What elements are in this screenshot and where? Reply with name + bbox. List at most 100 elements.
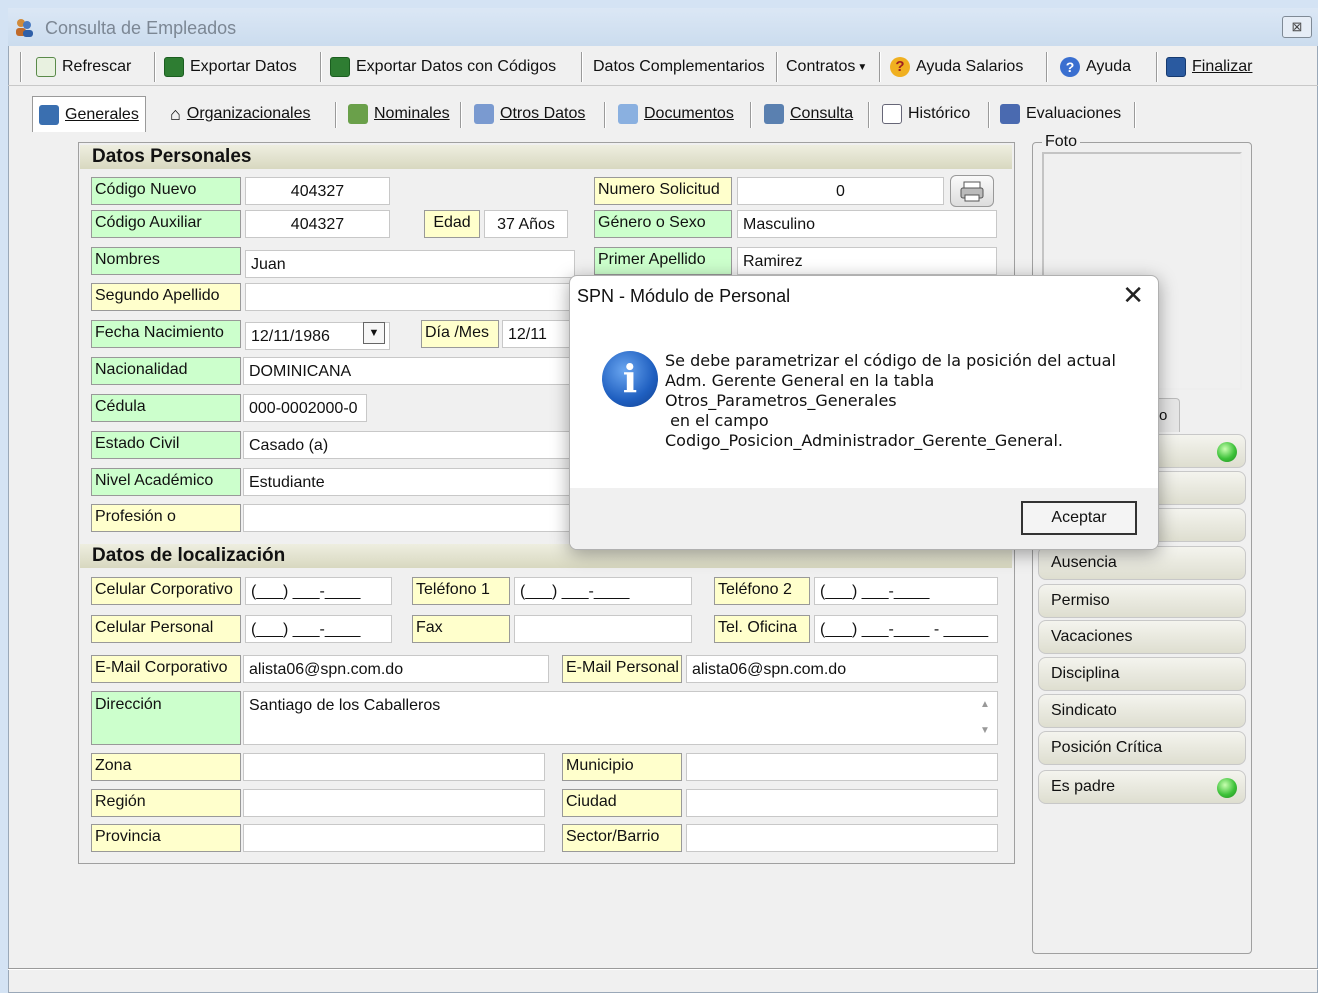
provincia-field[interactable] <box>243 824 545 852</box>
chart-icon <box>1000 104 1020 124</box>
primer-apellido-field[interactable]: Ramirez <box>737 247 997 275</box>
salary-help-button[interactable]: ? Ayuda Salarios <box>890 53 1023 81</box>
telefono-1-field[interactable]: (___) ___-____ <box>514 577 692 605</box>
side-button-es-padre[interactable]: Es padre <box>1038 770 1246 804</box>
side-button-label: Permiso <box>1051 592 1110 609</box>
zona-field[interactable] <box>243 753 545 781</box>
side-button-posicion-critica[interactable]: Posición Crítica <box>1038 731 1246 765</box>
scroll-down-icon[interactable]: ▼ <box>978 724 992 738</box>
export-codes-button[interactable]: Exportar Datos con Códigos <box>330 53 556 81</box>
ciudad-field[interactable] <box>686 789 998 817</box>
tab-label: Consulta <box>790 105 854 122</box>
nombres-field[interactable]: Juan <box>245 250 575 278</box>
search-document-icon <box>764 104 784 124</box>
exit-door-icon <box>1166 57 1186 77</box>
dia-mes-field[interactable]: 12/11 <box>502 320 572 348</box>
toolbar-separator <box>154 52 156 82</box>
toolbar: Refrescar Exportar Datos Exportar Datos … <box>8 48 1318 86</box>
side-button-label: Ausencia <box>1051 554 1117 571</box>
label-estado-civil: Estado Civil <box>91 431 241 459</box>
tab-consulta[interactable]: Consulta <box>764 100 853 128</box>
tab-separator <box>460 102 462 128</box>
genero-field[interactable]: Masculino <box>737 210 997 238</box>
salary-help-label: Ayuda Salarios <box>916 58 1024 75</box>
accept-button[interactable]: Aceptar <box>1021 501 1137 535</box>
photo-label: Foto <box>1042 133 1081 151</box>
help-button[interactable]: ? Ayuda <box>1060 53 1131 81</box>
date-dropdown-button[interactable]: ▼ <box>363 322 385 344</box>
tab-otros-datos[interactable]: Otros Datos <box>474 100 585 128</box>
label-codigo-auxiliar: Código Auxiliar <box>91 210 241 238</box>
segundo-apellido-field[interactable] <box>245 283 575 311</box>
tab-evaluaciones[interactable]: Evaluaciones <box>1000 100 1121 128</box>
finish-button[interactable]: Finalizar <box>1166 53 1252 81</box>
window-close-button[interactable]: ⊠ <box>1282 16 1312 38</box>
codigo-nuevo-field[interactable]: 404327 <box>245 177 390 205</box>
label-email-corporativo: E-Mail Corporativo <box>91 655 241 683</box>
dialog-close-button[interactable]: ✕ <box>1122 282 1144 308</box>
side-button-vacaciones[interactable]: Vacaciones <box>1038 620 1246 654</box>
tab-generales[interactable]: Generales <box>32 96 146 132</box>
scroll-up-icon[interactable]: ▲ <box>978 698 992 712</box>
side-button-sindicato[interactable]: Sindicato <box>1038 694 1246 728</box>
email-personal-field[interactable]: alista06@spn.com.do <box>686 655 998 683</box>
tab-separator <box>604 102 606 128</box>
email-corporativo-field[interactable]: alista06@spn.com.do <box>243 655 549 683</box>
label-fax: Fax <box>412 615 510 643</box>
calendar-icon <box>882 104 902 124</box>
profesion-field[interactable] <box>243 504 575 532</box>
label-municipio: Municipio <box>562 753 682 781</box>
toolbar-grip <box>20 52 22 82</box>
nivel-academico-field[interactable]: Estudiante <box>243 468 575 496</box>
numero-solicitud-field[interactable]: 0 <box>737 177 944 205</box>
label-numero-solicitud: Numero Solicitud <box>594 177 732 205</box>
section-personal-title: Datos Personales <box>80 145 1012 169</box>
dialog-message: Se debe parametrizar el código de la pos… <box>665 351 1145 451</box>
region-field[interactable] <box>243 789 545 817</box>
dialog-title: SPN - Módulo de Personal <box>577 286 791 306</box>
celular-corporativo-field[interactable]: (___) ___-____ <box>245 577 392 605</box>
fax-field[interactable] <box>514 615 692 643</box>
label-profesion: Profesión o <box>91 504 241 532</box>
tab-documentos[interactable]: Documentos <box>618 100 734 128</box>
tel-oficina-field[interactable]: (___) ___-____ - _____ <box>814 615 998 643</box>
complementary-label: Datos Complementarios <box>593 58 765 75</box>
question-bubble-icon: ? <box>890 57 910 77</box>
chevron-down-icon: ▼ <box>368 327 380 339</box>
complementary-data-button[interactable]: Datos Complementarios <box>593 53 765 81</box>
dialog-message-line: Otros_Parametros_Generales <box>665 391 897 410</box>
dialog-message-line: Se debe parametrizar el código de la pos… <box>665 351 1116 370</box>
estado-civil-field[interactable]: Casado (a) <box>243 431 575 459</box>
tab-organizacionales[interactable]: ⌂ Organizacionales <box>170 100 311 128</box>
municipio-field[interactable] <box>686 753 998 781</box>
side-button-label: Sindicato <box>1051 702 1117 719</box>
celular-personal-field[interactable]: (___) ___-____ <box>245 615 392 643</box>
contracts-dropdown[interactable]: Contratos ▼ <box>786 53 867 81</box>
print-button[interactable] <box>950 175 994 207</box>
label-telefono-2: Teléfono 2 <box>714 577 810 605</box>
cedula-field[interactable]: 000-0002000-0 <box>243 394 367 422</box>
help-label: Ayuda <box>1086 58 1132 75</box>
nacionalidad-field[interactable]: DOMINICANA <box>243 357 575 385</box>
tab-separator <box>335 102 337 128</box>
label-cedula: Cédula <box>91 394 241 422</box>
export-button[interactable]: Exportar Datos <box>164 53 297 81</box>
refresh-button[interactable]: Refrescar <box>36 53 131 81</box>
side-button-label: Es padre <box>1051 778 1116 795</box>
side-button-ausencia[interactable]: Ausencia <box>1038 546 1246 580</box>
label-region: Región <box>91 789 241 817</box>
direccion-textarea[interactable]: Santiago de los Caballeros <box>243 691 998 745</box>
side-tab-label: o <box>1159 407 1168 424</box>
refresh-icon <box>36 57 56 77</box>
edad-field[interactable]: 37 Años <box>484 210 568 238</box>
telefono-2-field[interactable]: (___) ___-____ <box>814 577 998 605</box>
sector-barrio-field[interactable] <box>686 824 998 852</box>
side-button-disciplina[interactable]: Disciplina <box>1038 657 1246 691</box>
label-dia-mes: Día /Mes <box>421 320 499 348</box>
people-icon <box>14 17 34 37</box>
tab-nominales[interactable]: Nominales <box>348 100 450 128</box>
contracts-label: Contratos <box>786 58 856 75</box>
side-button-permiso[interactable]: Permiso <box>1038 584 1246 618</box>
codigo-auxiliar-field[interactable]: 404327 <box>245 210 390 238</box>
tab-historico[interactable]: Histórico <box>882 100 970 128</box>
